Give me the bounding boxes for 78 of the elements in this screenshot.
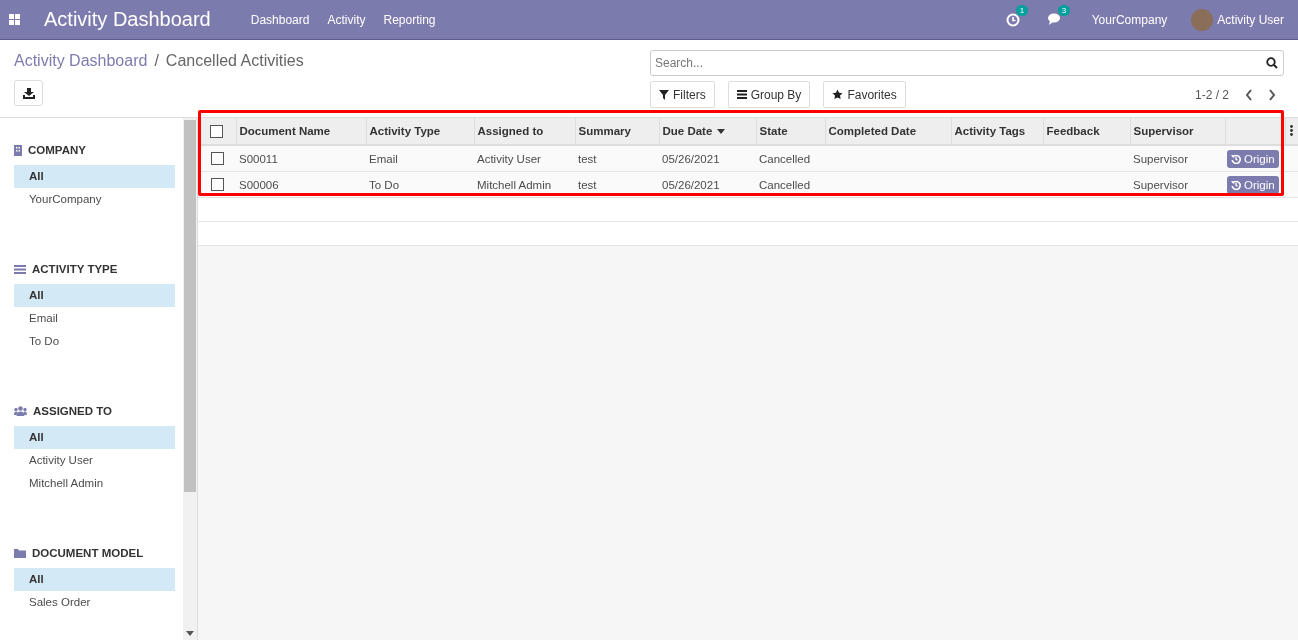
column-header[interactable]: Supervisor [1130,118,1225,145]
table-cell: test [578,178,597,191]
column-header[interactable]: Feedback [1043,118,1130,145]
nav-menu-item[interactable]: Reporting [383,12,436,27]
table-cell: Cancelled [759,178,811,191]
table-cell: Cancelled [759,152,811,165]
search-option-button[interactable]: Favorites [823,81,906,108]
table-cell: test [578,152,597,165]
sidebar-section-title: ASSIGNED TO [33,405,113,417]
building-icon [14,144,22,156]
column-header[interactable]: Assigned to [474,118,575,145]
sidebar-filter-item[interactable]: All [14,165,175,188]
apps-menu-icon[interactable] [9,14,20,25]
origin-button[interactable]: Origin [1227,175,1279,194]
sidebar-filter-item[interactable]: YourCompany [14,188,175,211]
table-cell: Email [369,152,398,165]
previous-page-icon[interactable] [1245,88,1253,101]
table-cell: Activity User [477,152,541,165]
scroll-down-icon[interactable] [186,631,194,636]
download-icon [22,87,35,99]
next-page-icon[interactable] [1268,88,1276,101]
user-menu[interactable]: Activity User [1217,12,1284,27]
search-option-button[interactable]: Filters [650,81,715,108]
search-option-button[interactable]: Group By [727,81,811,108]
column-header[interactable]: Activity Type [366,118,474,145]
table-cell: Supervisor [1133,152,1188,165]
sidebar-filter-item[interactable]: All [14,568,175,591]
clock-icon[interactable] [1005,12,1020,27]
breadcrumb-link[interactable]: Activity Dashboard [14,52,148,70]
star-icon [832,89,844,100]
app-title: Activity Dashboard [44,8,211,31]
sidebar-section-title: COMPANY [28,144,86,156]
table-cell: Supervisor [1133,178,1188,191]
history-icon [1231,153,1241,164]
activity-count-badge: 1 [1015,4,1029,16]
list-icon [14,264,26,274]
row-checkbox[interactable] [210,178,224,192]
nav-menu-item[interactable]: Dashboard [250,12,310,27]
menu-icon [736,90,747,99]
sidebar-section-title: DOCUMENT MODEL [32,547,144,559]
select-all-checkbox[interactable] [210,124,224,138]
scrollbar[interactable] [183,118,198,640]
table-cell: 05/26/2021 [662,152,720,165]
sidebar-filter-item[interactable]: Email [14,307,175,330]
column-header[interactable]: Document Name [236,118,366,145]
column-header[interactable]: Activity Tags [951,118,1043,145]
company-switcher[interactable]: YourCompany [1091,12,1168,27]
pager-value: 1-2 / 2 [1194,87,1229,102]
table-cell: To Do [369,178,400,191]
sidebar-filter-item[interactable]: Sales Order [14,591,175,614]
table-cell: 05/26/2021 [662,178,720,191]
message-count-badge: 3 [1057,5,1071,16]
column-header[interactable]: Due Date [659,118,756,145]
table-cell: S00011 [239,152,278,165]
sidebar-filter-item[interactable]: All [14,426,175,449]
sidebar-filter-item[interactable]: Mitchell Admin [14,472,175,495]
column-header[interactable]: Completed Date [825,118,951,145]
table-cell: S00006 [239,178,279,191]
filter-icon [659,89,669,100]
sidebar-filter-item[interactable]: To Do [14,330,175,353]
column-header[interactable]: Summary [575,118,659,145]
folder-icon [14,548,26,558]
table-cell: Mitchell Admin [477,178,552,191]
download-button[interactable] [14,80,43,106]
column-header[interactable]: State [756,118,825,145]
sidebar-filter-item[interactable]: Activity User [14,449,175,472]
column-options-icon[interactable] [1290,124,1294,136]
nav-menu-item[interactable]: Activity [327,12,366,27]
sidebar-filter-item[interactable]: All [14,284,175,307]
row-checkbox[interactable] [210,152,224,166]
origin-button[interactable]: Origin [1227,149,1279,168]
history-icon [1231,179,1241,190]
users-icon [14,406,27,416]
breadcrumb-separator: / [154,52,159,70]
search-field[interactable]: Search... [650,50,1284,76]
sidebar-section-title: ACTIVITY TYPE [32,263,118,275]
search-icon[interactable] [1266,57,1278,69]
page-title: Cancelled Activities [165,52,304,70]
